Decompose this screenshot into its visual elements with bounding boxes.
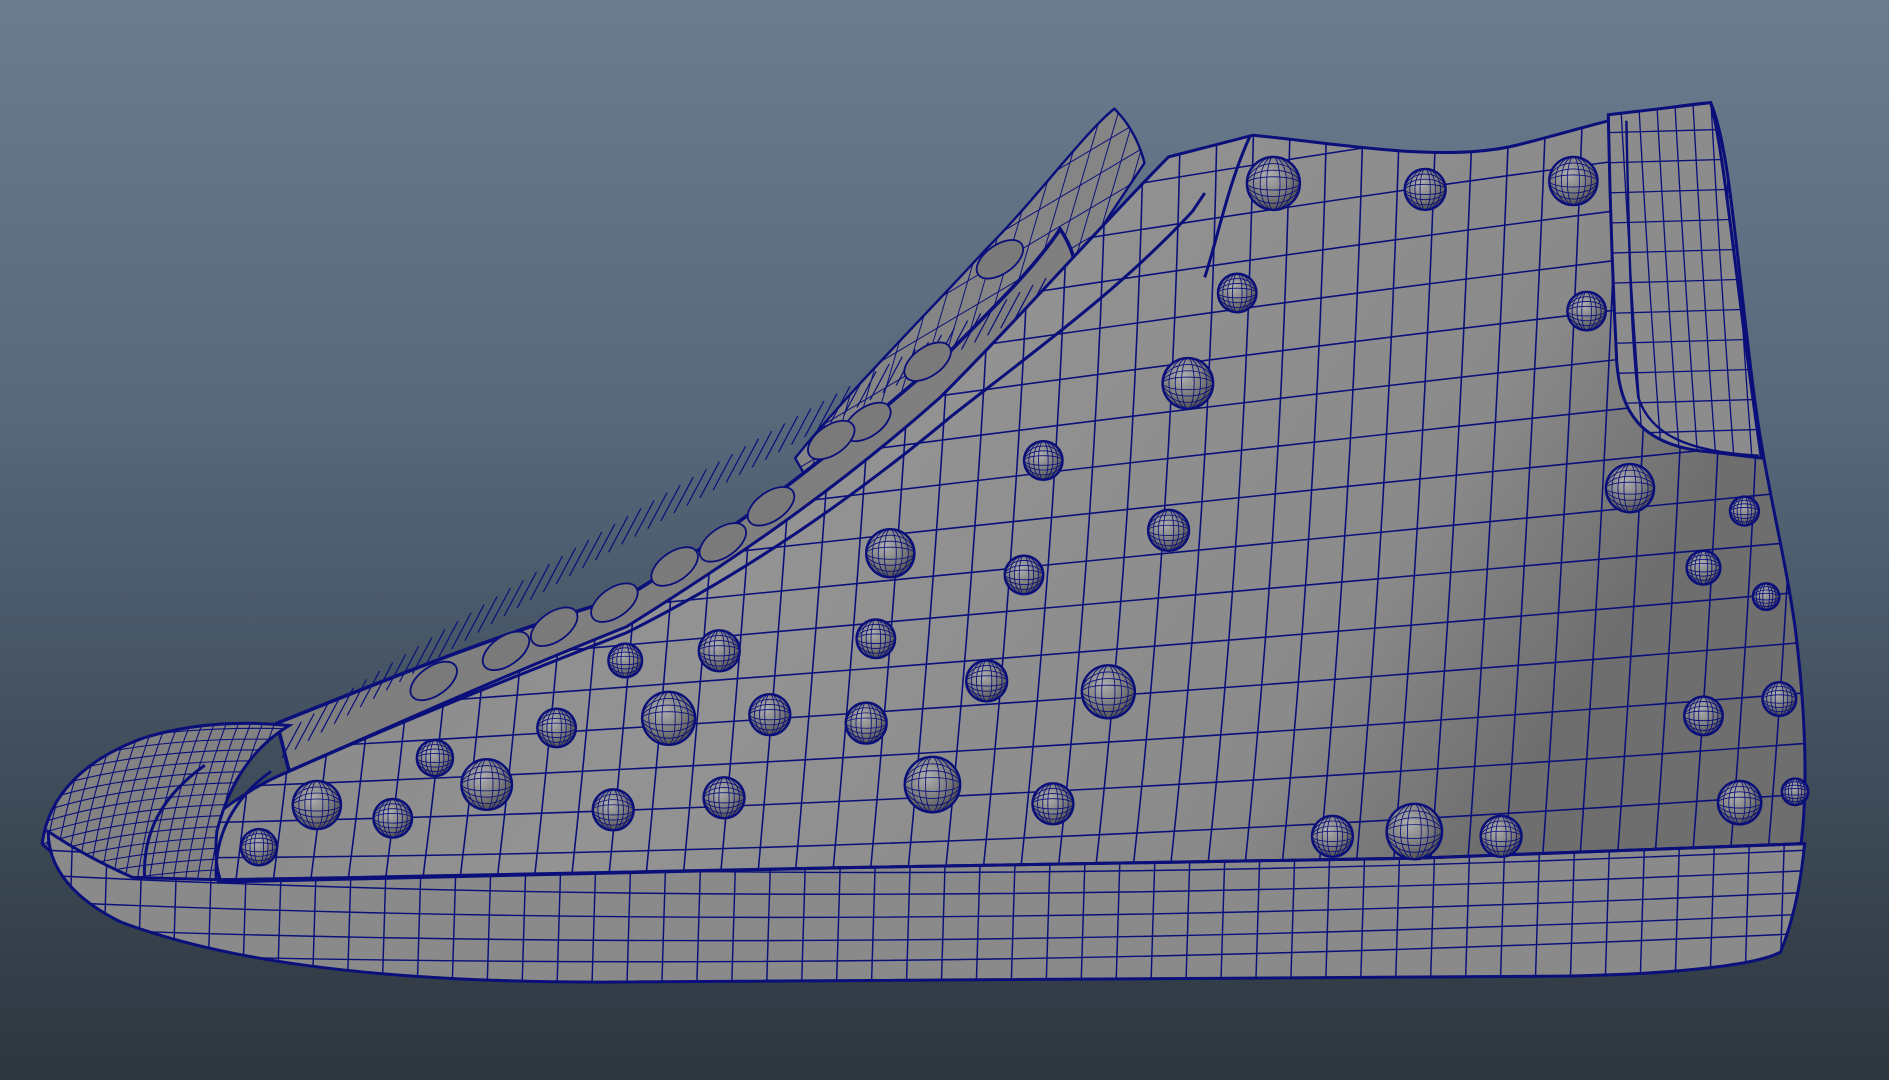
eyelet-stud xyxy=(239,827,279,867)
eyelet-stud xyxy=(607,642,644,679)
eyelet-stud xyxy=(1245,155,1302,212)
eyelet-stud xyxy=(1022,440,1064,481)
eyelet-stud xyxy=(1728,495,1761,527)
eyelet-stud xyxy=(1761,680,1798,718)
eyelet-stud xyxy=(855,618,897,660)
eyelet-stud xyxy=(1566,290,1608,332)
sneaker-model[interactable] xyxy=(0,0,1889,1080)
eyelet-stud xyxy=(964,659,1009,703)
eyelet-stud xyxy=(1310,814,1355,859)
eyelet-stud xyxy=(1031,782,1075,826)
3d-viewport[interactable] xyxy=(0,0,1889,1080)
eyelet-stud xyxy=(697,629,741,673)
eyelet-stud xyxy=(1716,779,1763,826)
eyelet-stud xyxy=(1604,462,1656,514)
eyelet-stud xyxy=(1479,814,1523,859)
eyelet-stud xyxy=(1751,582,1781,612)
eyelet-stud xyxy=(591,788,635,832)
eyelet-stud xyxy=(1003,554,1045,596)
eyelet-stud xyxy=(1146,508,1191,553)
eyelet-stud xyxy=(536,707,578,749)
eyelet-stud xyxy=(1780,777,1810,807)
eyelet-stud xyxy=(748,692,792,737)
eyelet-stud xyxy=(1403,167,1447,212)
eyelet-stud xyxy=(1216,272,1258,314)
eyelet-stud xyxy=(372,797,414,839)
eyelet-stud xyxy=(1385,802,1444,861)
eyelet-stud xyxy=(1548,155,1599,207)
eyelet-stud xyxy=(415,738,455,778)
eyelet-stud xyxy=(1080,664,1137,720)
eyelet-stud xyxy=(460,758,514,812)
eyelet-stud xyxy=(903,755,962,814)
eyelet-stud xyxy=(1161,356,1215,410)
eyelet-stud xyxy=(291,779,343,831)
eyelet-stud xyxy=(1682,695,1724,737)
eyelet-stud xyxy=(640,690,697,747)
eyelet-stud xyxy=(864,527,916,579)
eyelet-stud xyxy=(1685,549,1722,586)
eyelet-stud xyxy=(844,701,888,745)
eyelet-stud xyxy=(702,776,746,820)
